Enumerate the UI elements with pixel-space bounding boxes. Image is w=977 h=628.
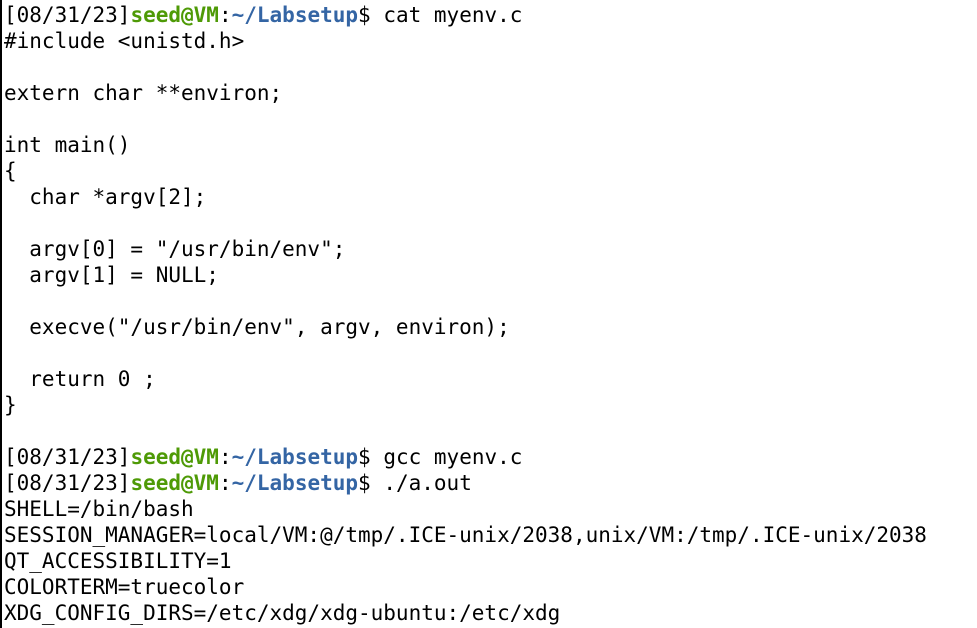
prompt-separator: : (218, 3, 232, 27)
prompt-line: [08/31/23]seed@VM:~/Labsetup$ cat myenv.… (4, 2, 977, 28)
output-line: SESSION_MANAGER=local/VM:@/tmp/.ICE-unix… (4, 523, 927, 547)
output-line: int main() (4, 133, 131, 157)
command-text: cat myenv.c (383, 3, 523, 27)
prompt-symbol: $ (358, 445, 384, 469)
output-line: QT_ACCESSIBILITY=1 (4, 549, 232, 573)
prompt-line: [08/31/23]seed@VM:~/Labsetup$ ./a.out (4, 470, 977, 496)
output-line: COLORTERM=truecolor (4, 575, 245, 599)
output-line: char *argv[2]; (4, 185, 207, 209)
output-line: extern char **environ; (4, 81, 283, 105)
prompt-symbol: $ (358, 3, 384, 27)
output-line: SHELL=/bin/bash (4, 497, 194, 521)
output-line: { (4, 159, 17, 183)
command-text: gcc myenv.c (383, 445, 523, 469)
prompt-user: seed@VM (130, 471, 219, 495)
output-line: XDG_CONFIG_DIRS=/etc/xdg/xdg-ubuntu:/etc… (4, 601, 561, 625)
prompt-path: ~/Labsetup (231, 3, 359, 27)
output-line: execve("/usr/bin/env", argv, environ); (4, 315, 510, 339)
output-line: argv[0] = "/usr/bin/env"; (4, 237, 346, 261)
terminal-output[interactable]: [08/31/23]seed@VM:~/Labsetup$ cat myenv.… (4, 2, 977, 626)
prompt-timestamp: [08/31/23] (4, 3, 131, 27)
prompt-separator: : (218, 445, 232, 469)
output-line: argv[1] = NULL; (4, 263, 219, 287)
prompt-user: seed@VM (130, 3, 219, 27)
prompt-timestamp: [08/31/23] (4, 445, 131, 469)
output-line: return 0 ; (4, 367, 156, 391)
command-text: ./a.out (383, 471, 472, 495)
prompt-timestamp: [08/31/23] (4, 471, 131, 495)
output-line: } (4, 393, 17, 417)
prompt-separator: : (218, 471, 232, 495)
prompt-path: ~/Labsetup (231, 445, 359, 469)
prompt-user: seed@VM (130, 445, 219, 469)
prompt-symbol: $ (358, 471, 384, 495)
terminal-left-border (0, 0, 2, 628)
prompt-path: ~/Labsetup (231, 471, 359, 495)
prompt-line: [08/31/23]seed@VM:~/Labsetup$ gcc myenv.… (4, 444, 977, 470)
output-line: #include <unistd.h> (4, 29, 245, 53)
